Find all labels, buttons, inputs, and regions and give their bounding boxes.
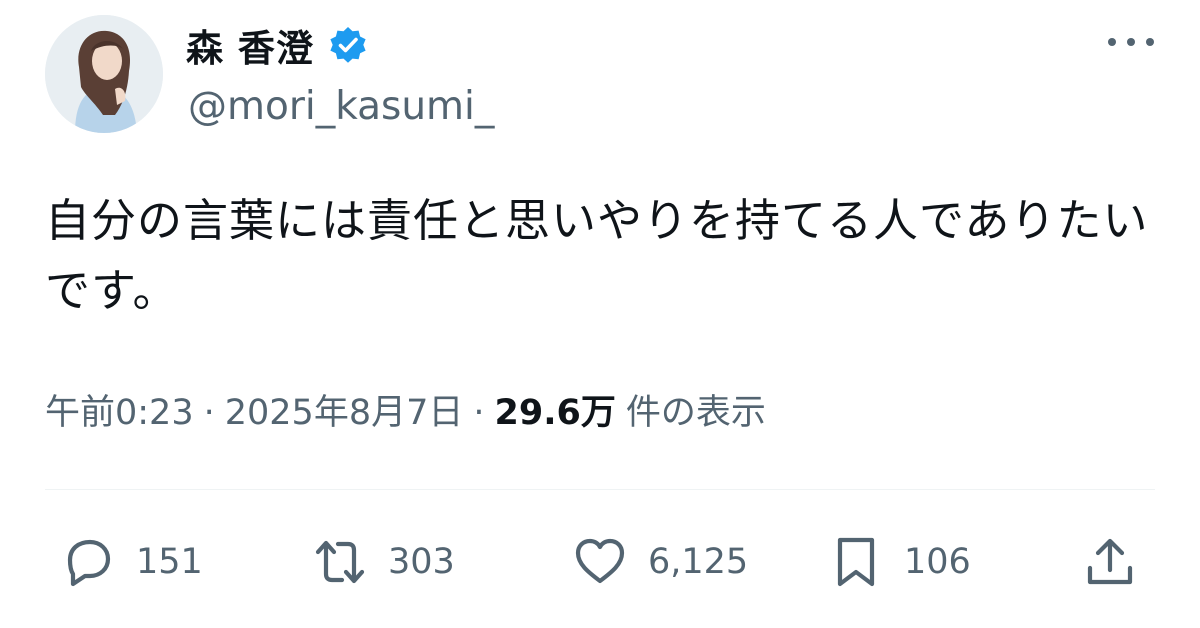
verified-badge-icon (330, 27, 366, 63)
divider (45, 489, 1155, 490)
tweet-date[interactable]: 2025年8月7日 (225, 384, 464, 435)
retweet-count: 303 (388, 542, 455, 582)
like-button[interactable]: 6,125 (572, 530, 748, 594)
author-display-name[interactable]: 森 香澄 (186, 18, 314, 72)
more-dot (1108, 38, 1116, 46)
bookmark-icon (837, 537, 875, 587)
meta-separator: · (203, 393, 215, 433)
more-dot (1146, 38, 1154, 46)
more-dot (1127, 38, 1135, 46)
tweet-meta: 午前0:23 · 2025年8月7日 · 29.6万 件の表示 (45, 384, 766, 435)
more-options-icon[interactable] (1108, 30, 1154, 54)
bookmark-count: 106 (904, 542, 971, 582)
tweet-text: 自分の言葉には責任と思いやりを持てる人でありたいです。 (45, 194, 1149, 317)
action-bar: 151 303 6,125 106 (0, 530, 1200, 594)
author-handle[interactable]: @mori_kasumi_ (188, 84, 494, 129)
reply-count: 151 (136, 542, 203, 582)
bookmark-button[interactable]: 106 (828, 530, 971, 594)
retweet-icon (315, 540, 365, 584)
reply-icon (67, 539, 111, 587)
avatar-photo (45, 15, 163, 133)
tweet-card: 森 香澄 @mori_kasumi_ 自分の言葉には責任と思いやりを持てる人であ… (0, 0, 1200, 628)
share-icon (1087, 538, 1133, 585)
reply-button[interactable]: 151 (60, 530, 203, 594)
like-count: 6,125 (648, 542, 749, 582)
heart-icon (575, 538, 625, 584)
retweet-button[interactable]: 303 (312, 530, 455, 594)
meta-separator: · (473, 393, 485, 433)
views-count: 29.6万 (494, 393, 616, 433)
tweet-time[interactable]: 午前0:23 (45, 384, 194, 435)
views-label: 件の表示 (625, 393, 766, 433)
author-name-row: 森 香澄 (186, 22, 368, 70)
author-avatar[interactable] (45, 15, 163, 133)
share-button[interactable] (1082, 530, 1138, 594)
